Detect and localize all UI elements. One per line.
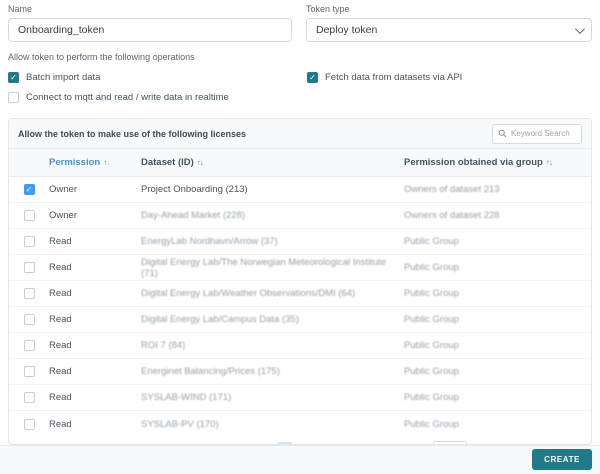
row-checkbox[interactable] (23, 418, 35, 430)
token-type-select[interactable]: Deploy token (306, 18, 592, 42)
token-form: Name Token type Deploy token Allow token… (0, 0, 600, 106)
row-checkbox[interactable] (23, 262, 35, 273)
group-cell: Public Group (404, 340, 459, 351)
row-checkbox[interactable] (23, 236, 35, 247)
group-cell: Public Group (404, 366, 459, 377)
table-row: Read Digital Energy Lab/Campus Data (35)… (9, 307, 591, 333)
checkbox-label: Connect to mqtt and read / write data in… (26, 91, 229, 103)
token-type-value: Deploy token (316, 24, 378, 36)
column-label: Dataset (ID) (141, 157, 194, 168)
checkbox-icon[interactable] (8, 91, 19, 103)
row-checkbox[interactable] (23, 366, 35, 377)
chevron-down-icon (574, 23, 585, 34)
footer-bar: CREATE (0, 444, 600, 474)
checkbox-label: Fetch data from datasets via API (325, 71, 463, 83)
group-cell: Public Group (404, 262, 459, 273)
permission-cell: Read (49, 262, 72, 273)
permission-cell: Read (49, 392, 72, 403)
checkbox-icon[interactable] (8, 71, 19, 83)
search-icon (498, 129, 507, 138)
group-cell: Public Group (404, 418, 459, 430)
dataset-cell: SYSLAB-PV (170) (141, 418, 219, 430)
dataset-cell: Digital Energy Lab/Weather Observations/… (141, 288, 356, 299)
table-row: Read Digital Energy Lab/The Norwegian Me… (9, 255, 591, 281)
operations-label: Allow token to perform the following ope… (8, 52, 195, 62)
name-input[interactable] (8, 18, 292, 42)
checkbox-fetch-data[interactable]: Fetch data from datasets via API (307, 68, 592, 86)
table-row: Read SYSLAB-PV (170) Public Group (9, 411, 591, 437)
row-checkbox[interactable] (23, 340, 35, 351)
token-type-label: Token type (306, 4, 350, 14)
permission-cell: Read (49, 340, 72, 351)
dataset-cell: Digital Energy Lab/Campus Data (35) (141, 314, 299, 325)
dataset-cell: ROI 7 (84) (141, 340, 186, 351)
group-cell: Public Group (404, 288, 459, 299)
checkbox-batch-import[interactable]: Batch import data (8, 68, 293, 86)
group-cell: Public Group (404, 314, 459, 325)
dataset-cell: Energinet Balancing/Prices (175) (141, 366, 280, 377)
licenses-title: Allow the token to make use of the follo… (18, 128, 247, 139)
table-row: Read SYSLAB-WIND (171) Public Group (9, 385, 591, 411)
pagination: Showing 1 to 10 of 49 « ‹ 1 2 3 4 5 › » … (9, 437, 591, 444)
dataset-cell: Day-Ahead Market (228) (141, 210, 246, 221)
group-cell: Owners of dataset 228 (404, 210, 500, 221)
column-header-group[interactable]: Permission obtained via group ↑↓ (404, 157, 591, 168)
dataset-cell: EnergyLab Nordhavn/Arrow (37) (141, 236, 278, 247)
row-checkbox[interactable] (23, 288, 35, 299)
group-cell: Public Group (404, 236, 459, 247)
row-checkbox[interactable] (23, 314, 35, 325)
dataset-cell: Project Onboarding (213) (141, 184, 248, 195)
name-label: Name (8, 4, 33, 14)
permission-cell: Read (49, 236, 72, 247)
permission-cell: Read (49, 314, 72, 325)
license-table-header: Permission ↑↓ Dataset (ID) ↑↓ Permission… (9, 149, 591, 177)
column-header-dataset[interactable]: Dataset (ID) ↑↓ (141, 157, 404, 168)
column-header-permission[interactable]: Permission ↑↓ (49, 157, 141, 168)
sort-icon: ↑↓ (196, 158, 204, 167)
group-cell: Public Group (404, 392, 459, 403)
license-table-body: Owner Project Onboarding (213) Owners of… (9, 177, 591, 437)
dataset-cell: SYSLAB-WIND (171) (141, 392, 232, 403)
row-checkbox[interactable] (23, 184, 35, 195)
token-create-page: Name Token type Deploy token Allow token… (0, 0, 600, 474)
row-checkbox[interactable] (23, 392, 35, 403)
table-row: Read Energinet Balancing/Prices (175) Pu… (9, 359, 591, 385)
table-row: Read ROI 7 (84) Public Group (9, 333, 591, 359)
checkbox-label: Batch import data (26, 71, 101, 83)
column-label: Permission (49, 157, 101, 168)
permission-cell: Read (49, 366, 72, 377)
checkbox-icon[interactable] (307, 71, 318, 83)
dataset-cell: Digital Energy Lab/The Norwegian Meteoro… (141, 256, 387, 279)
row-checkbox[interactable] (23, 210, 35, 221)
sort-icon: ↑↓ (545, 158, 553, 167)
table-row: Read Digital Energy Lab/Weather Observat… (9, 281, 591, 307)
sort-desc-icon: ↓ (106, 158, 110, 167)
table-row: Owner Day-Ahead Market (228) Owners of d… (9, 203, 591, 229)
column-label: Permission obtained via group (404, 157, 543, 168)
keyword-search-input[interactable] (511, 129, 576, 138)
permission-cell: Read (49, 288, 72, 299)
permission-cell: Read (49, 418, 72, 430)
permission-cell: Owner (49, 184, 77, 195)
keyword-search-box[interactable] (492, 123, 582, 144)
table-row: Read EnergyLab Nordhavn/Arrow (37) Publi… (9, 229, 591, 255)
checkbox-connect-mqtt[interactable]: Connect to mqtt and read / write data in… (8, 88, 293, 106)
permission-cell: Owner (49, 210, 77, 221)
create-button[interactable]: CREATE (532, 449, 592, 471)
table-row: Owner Project Onboarding (213) Owners of… (9, 177, 591, 203)
licenses-card: Allow the token to make use of the follo… (8, 118, 592, 445)
group-cell: Owners of dataset 213 (404, 184, 500, 195)
